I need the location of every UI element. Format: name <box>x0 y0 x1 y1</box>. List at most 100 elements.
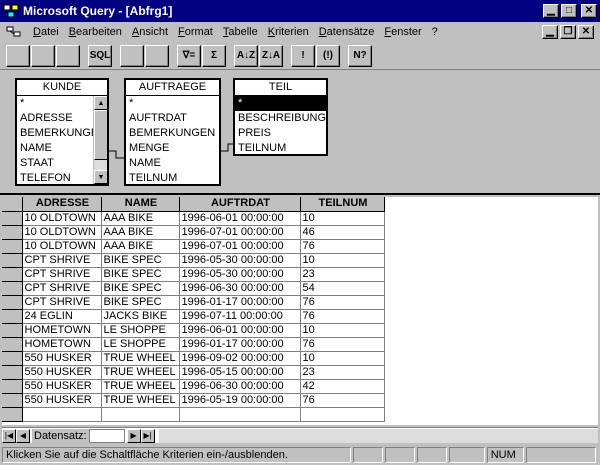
doc-close-button[interactable]: ✕ <box>578 25 594 39</box>
grid-cell[interactable]: BIKE SPEC <box>101 281 180 296</box>
field-item[interactable]: TEILNUM <box>235 141 326 154</box>
totals-button[interactable]: Σ <box>202 44 226 67</box>
grid-cell[interactable] <box>179 407 301 422</box>
grid-cell[interactable]: BIKE SPEC <box>101 267 180 282</box>
grid-cell[interactable] <box>300 407 385 422</box>
new-query-button[interactable] <box>6 44 30 67</box>
document-icon[interactable] <box>6 24 22 40</box>
table-row[interactable]: CPT SHRIVE BIKE SPEC 1996-06-30 00:00:00 54 <box>2 281 478 296</box>
maximize-button[interactable]: □ <box>561 4 577 18</box>
open-query-button[interactable] <box>31 44 55 67</box>
table-row[interactable]: HOMETOWN LE SHOPPE 1996-01-17 00:00:00 76 <box>2 337 478 352</box>
grid-cell[interactable]: 46 <box>300 225 385 240</box>
grid-cell[interactable]: CPT SHRIVE <box>22 267 102 282</box>
grid-cell[interactable]: 1996-01-17 00:00:00 <box>179 295 301 310</box>
grid-cell[interactable]: HOMETOWN <box>22 323 102 338</box>
grid-cell[interactable]: 550 HUSKER <box>22 393 102 408</box>
row-selector[interactable] <box>2 295 23 310</box>
grid-cell[interactable]: 10 <box>300 323 385 338</box>
last-record-button[interactable]: ▶| <box>140 428 155 443</box>
field-item[interactable]: * <box>235 96 326 111</box>
doc-restore-button[interactable]: ❐ <box>560 25 576 39</box>
grid-cell[interactable]: CPT SHRIVE <box>22 295 102 310</box>
grid-cell[interactable]: AAA BIKE <box>101 211 180 226</box>
horizontal-scrollbar[interactable] <box>158 428 598 443</box>
vertical-scrollbar[interactable]: ▲ ▼ <box>93 96 107 184</box>
table-box-kunde[interactable]: KUNDE * ADRESSE BEMERKUNGEN NAME STAAT TELEFO… <box>15 78 109 186</box>
grid-cell[interactable]: TRUE WHEEL <box>101 379 180 394</box>
grid-cell[interactable]: 1996-06-01 00:00:00 <box>179 323 301 338</box>
menu-item[interactable]: Datei <box>28 26 64 38</box>
previous-record-button[interactable]: ◀ <box>16 428 30 443</box>
grid-cell[interactable]: 1996-05-19 00:00:00 <box>179 393 301 408</box>
grid-cell[interactable]: HOMETOWN <box>22 337 102 352</box>
grid-cell[interactable]: 1996-07-01 00:00:00 <box>179 225 301 240</box>
row-selector[interactable] <box>2 211 23 226</box>
grid-cell[interactable]: 24 EGLIN <box>22 309 102 324</box>
field-item[interactable]: * <box>126 96 219 111</box>
menu-item[interactable]: Fenster <box>379 26 426 38</box>
grid-cell[interactable]: 76 <box>300 337 385 352</box>
first-record-button[interactable]: |◀ <box>2 428 16 443</box>
show-tables-button[interactable] <box>120 44 144 67</box>
table-row[interactable]: 550 HUSKER TRUE WHEEL 1996-05-19 00:00:00 7… <box>2 393 478 408</box>
auto-query-button[interactable]: (!) <box>316 44 340 67</box>
column-header[interactable]: ADRESSE <box>22 197 102 212</box>
grid-cell[interactable]: AAA BIKE <box>101 225 180 240</box>
table-box-auftraege[interactable]: AUFTRAEGE * AUFTRDAT BEMERKUNGEN MENGE NAME T… <box>124 78 221 186</box>
scroll-thumb[interactable] <box>94 110 107 160</box>
grid-cell[interactable]: LE SHOPPE <box>101 337 180 352</box>
grid-cell[interactable] <box>101 407 180 422</box>
grid-cell[interactable]: LE SHOPPE <box>101 323 180 338</box>
grid-cell[interactable]: 76 <box>300 295 385 310</box>
grid-cell[interactable]: 76 <box>300 393 385 408</box>
table-row[interactable] <box>2 407 478 422</box>
grid-cell[interactable]: 1996-07-01 00:00:00 <box>179 239 301 254</box>
table-row[interactable]: 10 OLDTOWN AAA BIKE 1996-06-01 00:00:00 10 <box>2 211 478 226</box>
table-row[interactable]: CPT SHRIVE BIKE SPEC 1996-01-17 00:00:00 76 <box>2 295 478 310</box>
criteria-toggle-button[interactable]: ∇= <box>177 44 201 67</box>
grid-cell[interactable]: CPT SHRIVE <box>22 253 102 268</box>
field-item[interactable]: BEMERKUNGEN <box>126 126 219 141</box>
table-box-teil[interactable]: TEIL * BESCHREIBUNG PREIS TEILNUM <box>233 78 328 156</box>
grid-cell[interactable]: 1996-09-02 00:00:00 <box>179 351 301 366</box>
field-item[interactable]: NAME <box>126 156 219 171</box>
grid-cell[interactable]: 1996-05-30 00:00:00 <box>179 267 301 282</box>
save-query-button[interactable] <box>56 44 80 67</box>
grid-cell[interactable]: 1996-01-17 00:00:00 <box>179 337 301 352</box>
column-header[interactable]: AUFTRDAT <box>179 197 301 212</box>
close-button[interactable]: ✕ <box>581 4 597 18</box>
column-header[interactable]: TEILNUM <box>300 197 385 212</box>
grid-cell[interactable]: 550 HUSKER <box>22 351 102 366</box>
row-selector[interactable] <box>2 407 23 422</box>
scroll-down-icon[interactable]: ▼ <box>94 170 107 184</box>
grid-cell[interactable]: BIKE SPEC <box>101 253 180 268</box>
row-selector[interactable] <box>2 323 23 338</box>
row-selector[interactable] <box>2 351 23 366</box>
grid-cell[interactable]: 10 OLDTOWN <box>22 211 102 226</box>
menu-item[interactable]: Format <box>173 26 218 38</box>
row-selector[interactable] <box>2 379 23 394</box>
grid-cell[interactable]: 10 OLDTOWN <box>22 225 102 240</box>
doc-minimize-button[interactable]: ▁ <box>542 25 558 39</box>
table-row[interactable]: 10 OLDTOWN AAA BIKE 1996-07-01 00:00:00 46 <box>2 225 478 240</box>
menu-item[interactable]: ? <box>427 26 443 38</box>
row-selector[interactable] <box>2 225 23 240</box>
grid-cell[interactable]: 1996-07-11 00:00:00 <box>179 309 301 324</box>
row-selector[interactable] <box>2 393 23 408</box>
add-table-button[interactable] <box>145 44 169 67</box>
grid-cell[interactable]: 23 <box>300 267 385 282</box>
scroll-up-icon[interactable]: ▲ <box>94 96 107 110</box>
grid-cell[interactable]: 10 <box>300 253 385 268</box>
table-row[interactable]: 10 OLDTOWN AAA BIKE 1996-07-01 00:00:00 76 <box>2 239 478 254</box>
row-selector[interactable] <box>2 365 23 380</box>
table-row[interactable]: 24 EGLIN JACKS BIKE 1996-07-11 00:00:00 76 <box>2 309 478 324</box>
field-item[interactable]: TEILNUM <box>126 171 219 184</box>
grid-cell[interactable]: JACKS BIKE <box>101 309 180 324</box>
table-row[interactable]: HOMETOWN LE SHOPPE 1996-06-01 00:00:00 10 <box>2 323 478 338</box>
sort-descending-button[interactable]: Z↓A <box>259 44 283 67</box>
grid-cell[interactable]: TRUE WHEEL <box>101 351 180 366</box>
grid-cell[interactable]: 550 HUSKER <box>22 379 102 394</box>
table-row[interactable]: 550 HUSKER TRUE WHEEL 1996-05-15 00:00:00 2… <box>2 365 478 380</box>
table-row[interactable]: CPT SHRIVE BIKE SPEC 1996-05-30 00:00:00 10 <box>2 253 478 268</box>
